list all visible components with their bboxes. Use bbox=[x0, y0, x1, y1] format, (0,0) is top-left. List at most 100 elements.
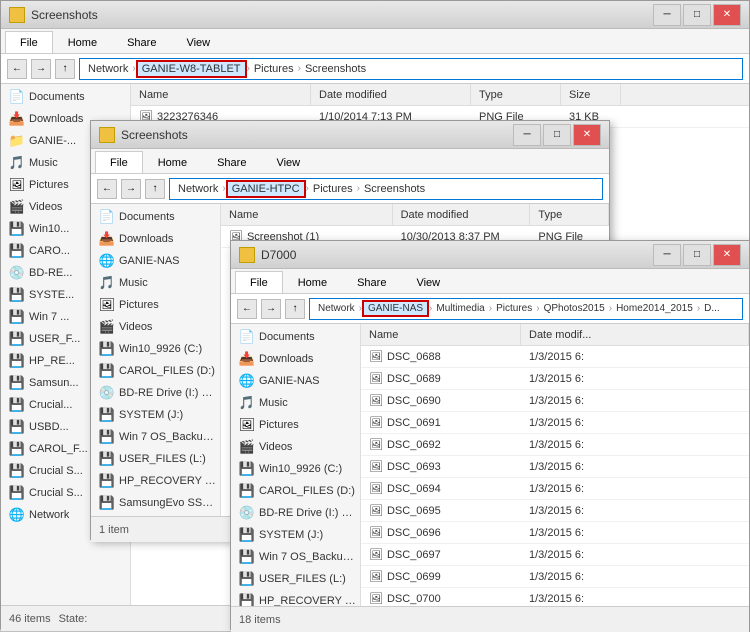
tab-view-1[interactable]: View bbox=[171, 31, 225, 53]
file-row-dsc0690[interactable]: 🖼DSC_06901/3/2015 6: bbox=[361, 390, 749, 412]
address-path-2[interactable]: Network › GANIE-HTPC › Pictures › Screen… bbox=[169, 178, 603, 200]
col-type-2[interactable]: Type bbox=[530, 204, 609, 225]
maximize-button-1[interactable]: □ bbox=[683, 4, 711, 26]
tab-file-3[interactable]: File bbox=[235, 271, 283, 293]
col-name-2[interactable]: Name bbox=[221, 204, 393, 225]
file-row-dsc0694[interactable]: 🖼DSC_06941/3/2015 6: bbox=[361, 478, 749, 500]
sidebar-item-win10-2[interactable]: 💾Win10_9926 (C:) bbox=[91, 338, 220, 360]
file-row-dsc0692[interactable]: 🖼DSC_06921/3/2015 6: bbox=[361, 434, 749, 456]
crumb-pictures-3[interactable]: Pictures bbox=[492, 302, 536, 315]
sidebar-item-ganienas-2[interactable]: 🌐GANIE-NAS bbox=[91, 250, 220, 272]
sidebar-item-crucial-2[interactable]: 💾Crucial SSD_Linux_Win... bbox=[91, 514, 220, 516]
sidebar-item-carol-3[interactable]: 💾CAROL_FILES (D:) bbox=[231, 480, 360, 502]
sidebar-item-userfiles-3[interactable]: 💾USER_FILES (L:) bbox=[231, 568, 360, 590]
sidebar-item-bdre-3[interactable]: 💿BD-RE Drive (I:) My Disc bbox=[231, 502, 360, 524]
crumb-pictures-1[interactable]: Pictures bbox=[250, 62, 298, 76]
crumb-network-3[interactable]: Network bbox=[314, 302, 359, 315]
sidebar-item-carol-2[interactable]: 💾CAROL_FILES (D:) bbox=[91, 360, 220, 382]
address-path-1[interactable]: Network › GANIE-W8-TABLET › Pictures › S… bbox=[79, 58, 743, 80]
minimize-button-2[interactable]: ─ bbox=[513, 124, 541, 146]
crumb-d7000-3[interactable]: D... bbox=[700, 302, 724, 315]
file-row-dsc0689[interactable]: 🖼DSC_06891/3/2015 6: bbox=[361, 368, 749, 390]
crumb-screenshots-2[interactable]: Screenshots bbox=[360, 182, 429, 196]
crumb-device-2[interactable]: GANIE-HTPC bbox=[226, 180, 306, 198]
address-bar-1[interactable]: ← → ↑ Network › GANIE-W8-TABLET › Pictur… bbox=[1, 54, 749, 84]
col-name-3[interactable]: Name bbox=[361, 324, 521, 345]
col-date-3[interactable]: Date modif... bbox=[521, 324, 749, 345]
up-button-1[interactable]: ↑ bbox=[55, 59, 75, 79]
ribbon-tabs-3[interactable]: File Home Share View bbox=[231, 269, 749, 293]
close-button-1[interactable]: ✕ bbox=[713, 4, 741, 26]
sidebar-item-documents-2[interactable]: 📄Documents bbox=[91, 206, 220, 228]
close-button-3[interactable]: ✕ bbox=[713, 244, 741, 266]
col-name-1[interactable]: Name bbox=[131, 84, 311, 105]
file-row-dsc0695[interactable]: 🖼DSC_06951/3/2015 6: bbox=[361, 500, 749, 522]
col-date-2[interactable]: Date modified bbox=[393, 204, 531, 225]
forward-button-3[interactable]: → bbox=[261, 299, 281, 319]
address-path-3[interactable]: Network › GANIE-NAS › Multimedia › Pictu… bbox=[309, 298, 743, 320]
back-button-1[interactable]: ← bbox=[7, 59, 27, 79]
file-row-dsc0691[interactable]: 🖼DSC_06911/3/2015 6: bbox=[361, 412, 749, 434]
ribbon-tabs-2[interactable]: File Home Share View bbox=[91, 149, 609, 173]
file-row-dsc0696[interactable]: 🖼DSC_06961/3/2015 6: bbox=[361, 522, 749, 544]
tab-view-2[interactable]: View bbox=[261, 151, 315, 173]
file-row-dsc0688[interactable]: 🖼DSC_06881/3/2015 6: bbox=[361, 346, 749, 368]
crumb-pictures-2[interactable]: Pictures bbox=[309, 182, 357, 196]
crumb-network-2[interactable]: Network bbox=[174, 182, 222, 196]
crumb-home2014-3[interactable]: Home2014_2015 bbox=[612, 302, 697, 315]
sidebar-item-hprecov-2[interactable]: 💾HP_RECOVERY (M:) bbox=[91, 470, 220, 492]
tab-share-2[interactable]: Share bbox=[202, 151, 261, 173]
crumb-qphotos-3[interactable]: QPhotos2015 bbox=[540, 302, 609, 315]
tab-view-3[interactable]: View bbox=[401, 271, 455, 293]
file-row-dsc0697[interactable]: 🖼DSC_06971/3/2015 6: bbox=[361, 544, 749, 566]
sidebar-item-ganienas-3[interactable]: 🌐GANIE-NAS bbox=[231, 370, 360, 392]
window-3-d7000-ganie-nas[interactable]: D7000 ─ □ ✕ File Home Share View ← → ↑ N… bbox=[230, 240, 750, 630]
sidebar-item-hprecov-3[interactable]: 💾HP_RECOVERY (M:) bbox=[231, 590, 360, 606]
sidebar-item-bdre-2[interactable]: 💿BD-RE Drive (I:) My Di... bbox=[91, 382, 220, 404]
back-button-2[interactable]: ← bbox=[97, 179, 117, 199]
tab-home-3[interactable]: Home bbox=[283, 271, 342, 293]
tab-home-2[interactable]: Home bbox=[143, 151, 202, 173]
up-button-3[interactable]: ↑ bbox=[285, 299, 305, 319]
tab-file-1[interactable]: File bbox=[5, 31, 53, 53]
file-row-dsc0693[interactable]: 🖼DSC_06931/3/2015 6: bbox=[361, 456, 749, 478]
minimize-button-1[interactable]: ─ bbox=[653, 4, 681, 26]
sidebar-item-music-3[interactable]: 🎵Music bbox=[231, 392, 360, 414]
window-controls-1[interactable]: ─ □ ✕ bbox=[653, 4, 741, 26]
address-bar-3[interactable]: ← → ↑ Network › GANIE-NAS › Multimedia ›… bbox=[231, 294, 749, 324]
sidebar-item-documents-3[interactable]: 📄Documents bbox=[231, 326, 360, 348]
sidebar-item-documents-1[interactable]: 📄Documents bbox=[1, 86, 130, 108]
sidebar-item-system-2[interactable]: 💾SYSTEM (J:) bbox=[91, 404, 220, 426]
maximize-button-3[interactable]: □ bbox=[683, 244, 711, 266]
address-bar-2[interactable]: ← → ↑ Network › GANIE-HTPC › Pictures › … bbox=[91, 174, 609, 204]
sidebar-item-userfiles-2[interactable]: 💾USER_FILES (L:) bbox=[91, 448, 220, 470]
sidebar-item-videos-3[interactable]: 🎬Videos bbox=[231, 436, 360, 458]
col-date-1[interactable]: Date modified bbox=[311, 84, 471, 105]
forward-button-2[interactable]: → bbox=[121, 179, 141, 199]
sidebar-item-pictures-3[interactable]: 🖼Pictures bbox=[231, 414, 360, 436]
sidebar-item-system-3[interactable]: 💾SYSTEM (J:) bbox=[231, 524, 360, 546]
forward-button-1[interactable]: → bbox=[31, 59, 51, 79]
crumb-network-1[interactable]: Network bbox=[84, 62, 132, 76]
sidebar-item-win7-2[interactable]: 💾Win 7 OS_Backup (K:) bbox=[91, 426, 220, 448]
sidebar-item-downloads-3[interactable]: 📥Downloads bbox=[231, 348, 360, 370]
back-button-3[interactable]: ← bbox=[237, 299, 257, 319]
crumb-device-3[interactable]: GANIE-NAS bbox=[362, 300, 429, 317]
sidebar-item-music-2[interactable]: 🎵Music bbox=[91, 272, 220, 294]
sidebar-item-pictures-2[interactable]: 🖼Pictures bbox=[91, 294, 220, 316]
tab-home-1[interactable]: Home bbox=[53, 31, 112, 53]
window-controls-2[interactable]: ─ □ ✕ bbox=[513, 124, 601, 146]
file-row-dsc0700[interactable]: 🖼DSC_07001/3/2015 6: bbox=[361, 588, 749, 606]
col-size-1[interactable]: Size bbox=[561, 84, 621, 105]
up-button-2[interactable]: ↑ bbox=[145, 179, 165, 199]
crumb-multimedia-3[interactable]: Multimedia bbox=[432, 302, 488, 315]
minimize-button-3[interactable]: ─ bbox=[653, 244, 681, 266]
crumb-device-1[interactable]: GANIE-W8-TABLET bbox=[136, 60, 247, 78]
crumb-screenshots-1[interactable]: Screenshots bbox=[301, 62, 370, 76]
sidebar-item-win10-3[interactable]: 💾Win10_9926 (C:) bbox=[231, 458, 360, 480]
tab-share-3[interactable]: Share bbox=[342, 271, 401, 293]
maximize-button-2[interactable]: □ bbox=[543, 124, 571, 146]
sidebar-item-win7-3[interactable]: 💾Win 7 OS_Backup (K:) bbox=[231, 546, 360, 568]
window-controls-3[interactable]: ─ □ ✕ bbox=[653, 244, 741, 266]
sidebar-item-samsung-2[interactable]: 💾SamsungEvo SSD_Win... bbox=[91, 492, 220, 514]
